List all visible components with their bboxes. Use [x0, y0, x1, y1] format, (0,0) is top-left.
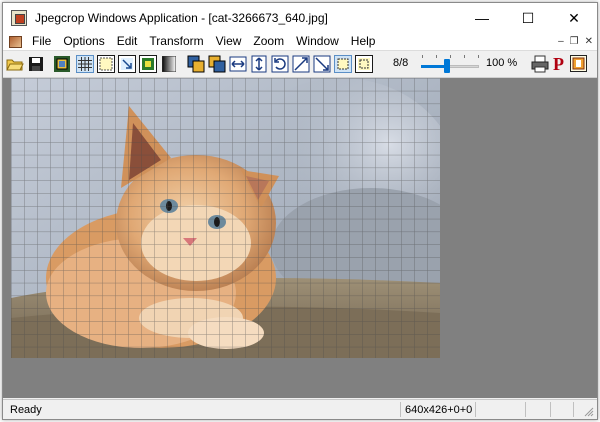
- status-divider: [475, 402, 476, 417]
- image-workspace[interactable]: [3, 78, 597, 398]
- status-divider: [525, 402, 526, 417]
- toolbar: 8/8 100 % P: [3, 51, 597, 78]
- zoom-slider-thumb[interactable]: [444, 59, 450, 73]
- document-icon[interactable]: [9, 35, 22, 48]
- menu-file[interactable]: File: [26, 33, 57, 50]
- zoom-slider[interactable]: [421, 55, 479, 73]
- menu-help[interactable]: Help: [345, 33, 382, 50]
- menu-zoom[interactable]: Zoom: [247, 33, 290, 50]
- save-disk-icon[interactable]: [27, 55, 45, 73]
- rotate-icon[interactable]: [271, 55, 289, 73]
- menu-bar: File Options Edit Transform View Zoom Wi…: [3, 33, 597, 51]
- select-all-icon[interactable]: [334, 55, 352, 73]
- snap-grid-icon[interactable]: [97, 55, 115, 73]
- minimize-button[interactable]: —: [459, 3, 505, 33]
- menu-transform[interactable]: Transform: [143, 33, 209, 50]
- window-controls: — ☐ ✕: [459, 3, 597, 33]
- paste-image-icon[interactable]: [208, 55, 226, 73]
- zoom-level: 100 %: [486, 57, 518, 69]
- status-divider: [573, 402, 574, 417]
- gradient-icon[interactable]: [160, 55, 178, 73]
- image-dimensions: 640x426+0+0: [405, 404, 473, 416]
- crop-select-icon[interactable]: [53, 55, 71, 73]
- status-divider: [550, 402, 551, 417]
- app-icon[interactable]: [11, 10, 27, 26]
- crop-marquee-icon[interactable]: [355, 55, 373, 73]
- frame-count: 8/8: [393, 57, 409, 69]
- cat-photo[interactable]: [11, 78, 440, 358]
- arrow-select-icon[interactable]: [118, 55, 136, 73]
- crop-frame-icon[interactable]: [139, 55, 157, 73]
- printer-icon[interactable]: [531, 55, 549, 76]
- flip-horizontal-icon[interactable]: [229, 55, 247, 73]
- copy-image-icon[interactable]: [187, 55, 205, 73]
- status-bar: Ready 640x426+0+0: [3, 399, 597, 419]
- app-window: Jpegcrop Windows Application - [cat-3266…: [2, 2, 598, 420]
- transverse-icon[interactable]: [313, 55, 331, 73]
- open-folder-icon[interactable]: [6, 55, 24, 73]
- maximize-button[interactable]: ☐: [505, 3, 551, 33]
- mdi-controls: – ❐ ✕: [558, 33, 593, 50]
- about-icon[interactable]: [570, 55, 587, 72]
- menu-edit[interactable]: Edit: [111, 33, 144, 50]
- menu-view[interactable]: View: [210, 33, 248, 50]
- p-logo-icon[interactable]: P: [553, 54, 564, 74]
- menu-window[interactable]: Window: [290, 33, 345, 50]
- status-divider: [400, 402, 401, 417]
- flip-vertical-icon[interactable]: [250, 55, 268, 73]
- menu-options[interactable]: Options: [57, 33, 110, 50]
- mdi-restore-button[interactable]: ❐: [570, 36, 579, 47]
- close-button[interactable]: ✕: [551, 3, 597, 33]
- title-bar: Jpegcrop Windows Application - [cat-3266…: [3, 3, 597, 33]
- status-text: Ready: [10, 404, 42, 416]
- transpose-icon[interactable]: [292, 55, 310, 73]
- mdi-minimize-button[interactable]: –: [558, 36, 564, 47]
- resize-grip-icon[interactable]: [584, 407, 594, 417]
- window-title: Jpegcrop Windows Application - [cat-3266…: [35, 11, 328, 25]
- mdi-close-button[interactable]: ✕: [585, 36, 593, 47]
- grid-icon[interactable]: [76, 55, 94, 73]
